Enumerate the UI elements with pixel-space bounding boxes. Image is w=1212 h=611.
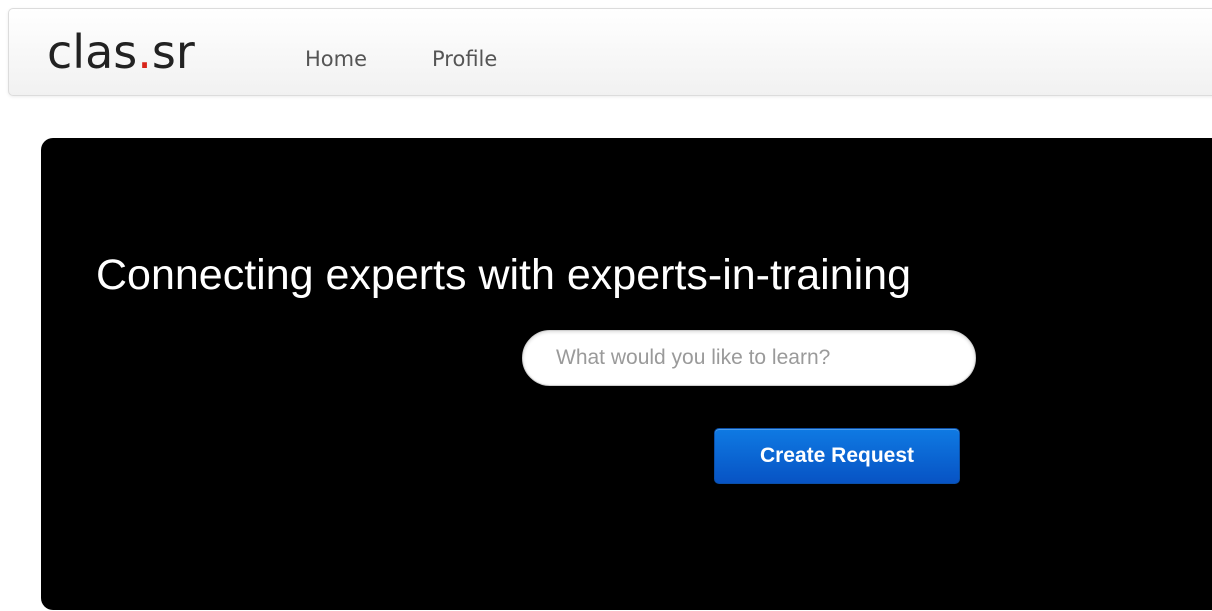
hero-banner: Connecting experts with experts-in-train… <box>41 138 1212 610</box>
nav-profile-link[interactable]: Profile <box>432 46 497 72</box>
brand-prefix: clas <box>47 25 138 79</box>
create-request-button[interactable]: Create Request <box>714 428 960 484</box>
nav-home-link[interactable]: Home <box>305 46 367 72</box>
top-navbar: clas.sr Home Profile <box>8 8 1212 96</box>
brand-dot: . <box>137 25 152 79</box>
brand-logo[interactable]: clas.sr <box>47 29 195 75</box>
hero-title: Connecting experts with experts-in-train… <box>96 251 912 299</box>
learn-search-input[interactable] <box>522 330 976 386</box>
brand-suffix: sr <box>151 25 195 79</box>
